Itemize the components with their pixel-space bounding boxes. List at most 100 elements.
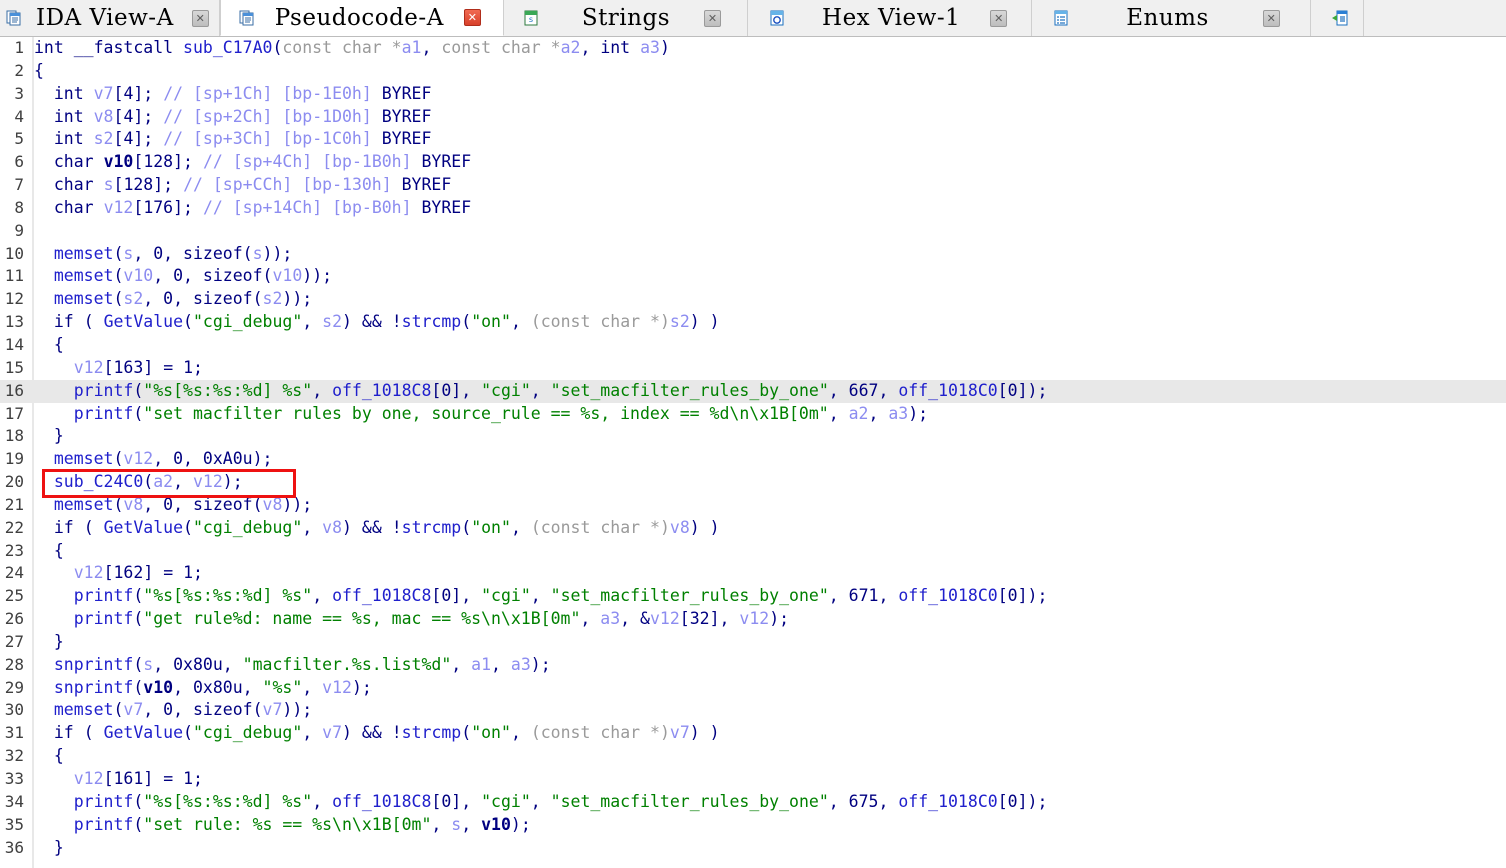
enums-icon — [1052, 9, 1070, 27]
code-line[interactable]: 8 char v12[176]; // [sp+14Ch] [bp-B0h] B… — [0, 197, 1506, 220]
code-line[interactable]: 30 memset(v7, 0, sizeof(v7)); — [0, 699, 1506, 722]
code-line-annotated[interactable]: 20 sub_C24C0(a2, v12); — [0, 471, 1506, 494]
code-line[interactable]: 2{ — [0, 60, 1506, 83]
line-number: 32 — [4, 746, 24, 766]
tab-enums[interactable]: Enums ✕ — [1032, 0, 1311, 36]
imports-icon — [1331, 9, 1349, 27]
line-number: 27 — [4, 631, 24, 651]
line-number: 14 — [4, 334, 24, 354]
code-text: printf("set macfilter rules by one, sour… — [73, 403, 929, 423]
line-number: 4 — [14, 106, 24, 126]
code-line[interactable]: 5 int s2[4]; // [sp+3Ch] [bp-1C0h] BYREF — [0, 128, 1506, 151]
code-line-current[interactable]: 16 printf("%s[%s:%s:%d] %s", off_1018C8[… — [0, 379, 1506, 403]
code-line[interactable]: 22 if ( GetValue("cgi_debug", v8) && !st… — [0, 517, 1506, 540]
code-text: int __fastcall sub_C17A0(const char *a1,… — [34, 38, 670, 57]
line-number: 24 — [4, 563, 24, 583]
code-line[interactable]: 3 int v7[4]; // [sp+1Ch] [bp-1E0h] BYREF — [0, 83, 1506, 106]
tab-overflow-imports[interactable] — [1310, 0, 1364, 36]
code-text: char v10[128]; // [sp+4Ch] [bp-1B0h] BYR… — [53, 152, 472, 172]
line-number: 34 — [4, 791, 24, 811]
code-line[interactable]: 33 v12[161] = 1; — [0, 768, 1506, 791]
code-line[interactable]: 34 printf("%s[%s:%s:%d] %s", off_1018C8[… — [0, 791, 1506, 814]
document-blue-icon — [6, 9, 24, 27]
line-number: 26 — [4, 609, 24, 629]
tab-ida-view-a[interactable]: IDA View-A ✕ — [0, 0, 220, 36]
code-line[interactable]: 32 { — [0, 745, 1506, 768]
code-line[interactable]: 4 int v8[4]; // [sp+2Ch] [bp-1D0h] BYREF — [0, 106, 1506, 129]
tab-strings[interactable]: s Strings ✕ — [503, 0, 749, 36]
svg-text:s: s — [529, 15, 533, 24]
code-text: } — [53, 837, 64, 857]
code-line[interactable]: 14 { — [0, 334, 1506, 357]
code-line[interactable]: 11 memset(v10, 0, sizeof(v10)); — [0, 265, 1506, 288]
code-line[interactable]: 35 printf("set rule: %s == %s\n\x1B[0m",… — [0, 814, 1506, 837]
line-number: 16 — [4, 380, 24, 400]
code-line[interactable]: 24 v12[162] = 1; — [0, 562, 1506, 585]
code-line[interactable]: 31 if ( GetValue("cgi_debug", v7) && !st… — [0, 722, 1506, 745]
code-line[interactable]: 36 } — [0, 837, 1506, 860]
code-line[interactable]: 12 memset(s2, 0, sizeof(s2)); — [0, 288, 1506, 311]
code-text: sub_C24C0(a2, v12); — [53, 472, 243, 492]
line-number: 2 — [14, 60, 24, 80]
code-text: printf("get rule%d: name == %s, mac == %… — [73, 609, 790, 629]
line-number: 11 — [4, 266, 24, 286]
code-line[interactable]: 19 memset(v12, 0, 0xA0u); — [0, 448, 1506, 471]
code-text: if ( GetValue("cgi_debug", v7) && !strcm… — [53, 723, 720, 743]
code-line[interactable]: 7 char s[128]; // [sp+CCh] [bp-130h] BYR… — [0, 174, 1506, 197]
tab-pseudocode-a[interactable]: Pseudocode-A ✕ — [219, 0, 504, 36]
view-tab-bar[interactable]: IDA View-A ✕ Pseudocode-A ✕ s Strings ✕ … — [0, 0, 1506, 37]
tab-hex-view-1[interactable]: Hex View-1 ✕ — [748, 0, 1033, 36]
code-line[interactable]: 1 int __fastcall sub_C17A0(const char *a1… — [0, 37, 1506, 60]
code-line[interactable]: 27 } — [0, 631, 1506, 654]
close-icon[interactable]: ✕ — [704, 9, 722, 27]
code-text: if ( GetValue("cgi_debug", s2) && !strcm… — [53, 312, 720, 332]
close-icon[interactable]: ✕ — [1262, 9, 1280, 27]
code-line[interactable]: 13 if ( GetValue("cgi_debug", s2) && !st… — [0, 311, 1506, 334]
code-line[interactable]: 26 printf("get rule%d: name == %s, mac =… — [0, 608, 1506, 631]
code-line[interactable]: 6 char v10[128]; // [sp+4Ch] [bp-1B0h] B… — [0, 151, 1506, 174]
line-number: 25 — [4, 586, 24, 606]
code-text: printf("%s[%s:%s:%d] %s", off_1018C8[0],… — [73, 586, 1048, 606]
code-line[interactable]: 10 memset(s, 0, sizeof(s)); — [0, 243, 1506, 266]
line-number: 17 — [4, 403, 24, 423]
line-number: 35 — [4, 814, 24, 834]
close-icon[interactable]: ✕ — [463, 9, 481, 26]
close-icon[interactable]: ✕ — [191, 9, 209, 27]
tab-label: Hex View-1 — [822, 5, 961, 31]
line-number: 20 — [4, 472, 24, 492]
line-number: 7 — [14, 175, 24, 195]
code-line[interactable]: 21 memset(v8, 0, sizeof(v8)); — [0, 494, 1506, 517]
line-number: 22 — [4, 517, 24, 537]
pseudocode-editor[interactable]: 1 int __fastcall sub_C17A0(const char *a1… — [0, 37, 1506, 868]
code-text: char s[128]; // [sp+CCh] [bp-130h] BYREF — [53, 175, 452, 195]
tab-label: IDA View-A — [36, 5, 174, 31]
line-number: 31 — [4, 723, 24, 743]
line-number: 29 — [4, 677, 24, 697]
line-number: 9 — [14, 220, 24, 240]
code-text: memset(v8, 0, sizeof(v8)); — [53, 494, 313, 514]
code-line[interactable]: 15 v12[163] = 1; — [0, 357, 1506, 380]
code-text: snprintf(v10, 0x80u, "%s", v12); — [53, 677, 372, 697]
code-line[interactable]: 9 — [0, 220, 1506, 243]
code-line[interactable]: 23 { — [0, 540, 1506, 563]
code-text: memset(s, 0, sizeof(s)); — [53, 243, 293, 263]
close-icon[interactable]: ✕ — [990, 9, 1008, 27]
code-line[interactable]: 18 } — [0, 425, 1506, 448]
line-number: 10 — [4, 243, 24, 263]
document-blue-icon — [239, 9, 257, 27]
line-number: 19 — [4, 449, 24, 469]
code-text: memset(v7, 0, sizeof(v7)); — [53, 700, 313, 720]
line-number: 33 — [4, 769, 24, 788]
hex-view-icon — [768, 9, 786, 27]
code-text: { — [34, 60, 44, 80]
code-line[interactable]: 25 printf("%s[%s:%s:%d] %s", off_1018C8[… — [0, 585, 1506, 608]
line-number: 15 — [4, 357, 24, 377]
code-line[interactable]: 28 snprintf(s, 0x80u, "macfilter.%s.list… — [0, 654, 1506, 677]
line-number: 13 — [4, 312, 24, 332]
code-text: memset(v10, 0, sizeof(v10)); — [53, 266, 333, 286]
code-line[interactable]: 17 printf("set macfilter rules by one, s… — [0, 403, 1506, 426]
code-line[interactable]: 29 snprintf(v10, 0x80u, "%s", v12); — [0, 677, 1506, 700]
code-text: int v8[4]; // [sp+2Ch] [bp-1D0h] BYREF — [53, 106, 432, 126]
code-text: char v12[176]; // [sp+14Ch] [bp-B0h] BYR… — [53, 197, 472, 217]
